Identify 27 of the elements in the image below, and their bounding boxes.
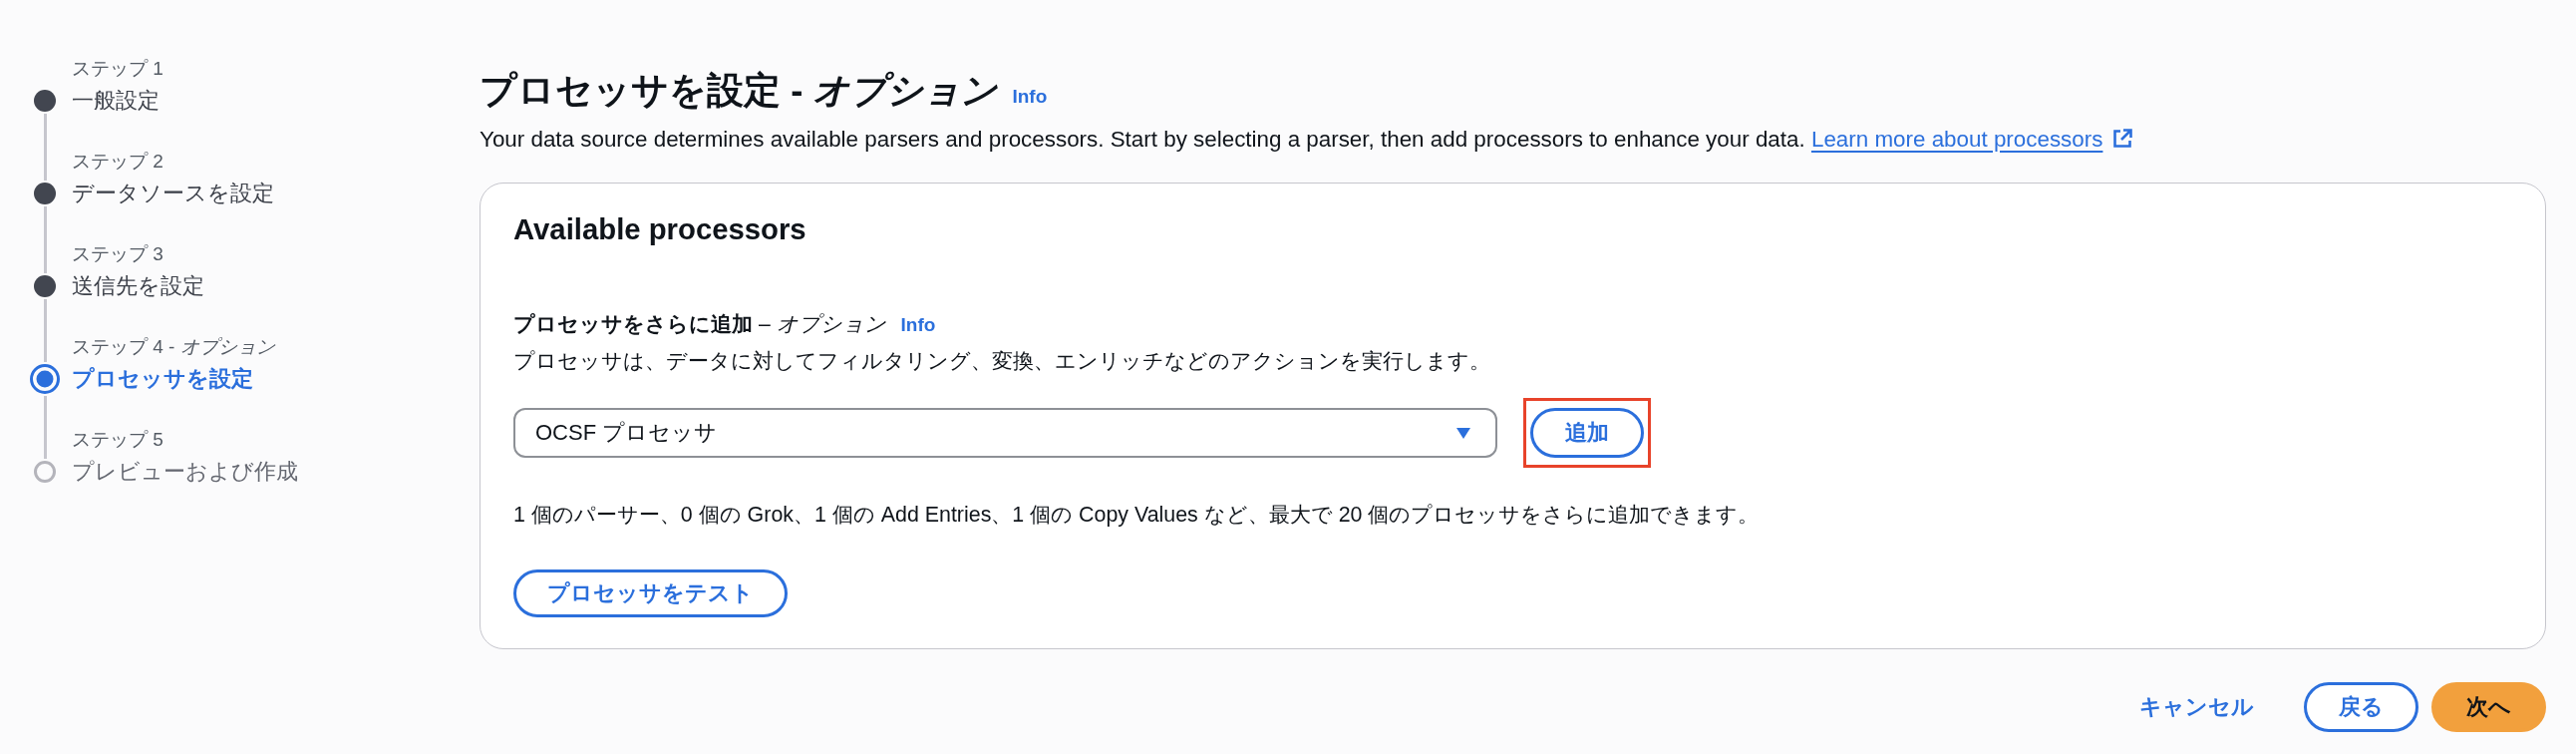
step-label: ステップ 1 xyxy=(72,57,163,81)
page-description: Your data source determines available parsers and processors. Start by selecting a parser, then add processors to enhance your data. Learn more about processors xyxy=(480,124,2133,156)
panel-title: Available processors xyxy=(513,211,806,247)
step-label: ステップ 5 xyxy=(72,428,163,452)
field-description: プロセッサは、データに対してフィルタリング、変換、エンリッチなどのアクションを実行します。 xyxy=(513,348,1490,374)
field-label: プロセッサをさらに追加 – オプション xyxy=(513,311,886,337)
learn-more-link[interactable]: Learn more about processors xyxy=(1810,127,2133,152)
page-title: プロセッサを設定 - オプション xyxy=(480,69,998,113)
cancel-button[interactable]: キャンセル xyxy=(2139,691,2254,723)
caret-down-icon xyxy=(1456,427,1470,439)
step-title[interactable]: データソースを設定 xyxy=(72,176,274,211)
processor-select[interactable]: OCSF プロセッサ xyxy=(513,408,1497,458)
step-title: プレビューおよび作成 xyxy=(72,458,298,486)
test-processors-button[interactable]: プロセッサをテスト xyxy=(513,569,788,617)
add-button[interactable]: 追加 xyxy=(1530,408,1644,458)
step-label: ステップ 4 - オプション xyxy=(72,335,275,359)
external-link-icon xyxy=(2112,129,2133,149)
limit-text: 1 個のパーサー、0 個の Grok、1 個の Add Entries、1 個の Copy Values など、最大で 20 個のプロセッサをさらに追加できます。 xyxy=(513,502,1760,529)
step-title[interactable]: 一般設定 xyxy=(72,83,160,119)
back-button[interactable]: 戻る xyxy=(2304,682,2418,732)
info-link[interactable]: Info xyxy=(1012,84,1048,110)
step-title: プロセッサを設定 xyxy=(72,365,253,393)
step-label: ステップ 3 xyxy=(72,242,163,266)
step-title[interactable]: 送信先を設定 xyxy=(72,268,204,304)
info-link[interactable]: Info xyxy=(900,312,936,338)
step-label: ステップ 2 xyxy=(72,150,163,174)
next-button[interactable]: 次へ xyxy=(2431,682,2546,732)
